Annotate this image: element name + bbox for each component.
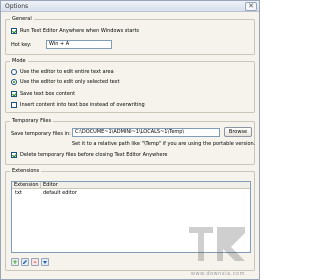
mode-option-entire-label: Use the editor to edit entire text area <box>20 69 114 75</box>
run-on-startup-label: Run Text Editor Anywhere when Windows st… <box>20 28 140 34</box>
temporary-files-hint: Set it to a relative path like "\Temp" i… <box>72 141 256 147</box>
hot-key-field[interactable]: Win + A <box>46 40 112 49</box>
mode-option-selected-label: Use the editor to edit only selected tex… <box>20 79 120 85</box>
run-on-startup-box[interactable] <box>11 28 17 34</box>
add-icon[interactable]: + <box>11 258 19 266</box>
title-bar[interactable]: Options ✕ <box>1 1 259 12</box>
close-button[interactable]: ✕ <box>245 2 257 11</box>
hot-key-label: Hot key: <box>11 42 32 48</box>
save-text-box-checkbox[interactable]: Save text box content <box>11 91 75 97</box>
save-temporary-files-label: Save temporary files in: <box>11 131 71 137</box>
watermark-logo <box>189 227 245 261</box>
insert-content-box[interactable] <box>11 102 17 108</box>
browse-button[interactable]: Browse <box>224 127 252 137</box>
temporary-files-group: Temporary Files Save temporary files in:… <box>5 118 256 165</box>
temporary-files-group-title: Temporary Files <box>10 118 54 125</box>
temporary-files-path-field[interactable]: C:\DOCUME~1\ADMINI~1\LOCALS~1\Temp\ <box>72 128 220 137</box>
mode-option-entire[interactable]: Use the editor to edit entire text area <box>11 69 114 75</box>
table-row[interactable]: txt default editor <box>12 190 250 197</box>
save-text-box-label: Save text box content <box>20 91 76 97</box>
edit-icon[interactable] <box>21 258 29 266</box>
mode-option-selected[interactable]: Use the editor to edit only selected tex… <box>11 79 120 85</box>
insert-content-label: Insert content into text box instead of … <box>20 102 145 108</box>
options-window: Options ✕ General Run Text Editor Anywhe… <box>0 0 260 280</box>
mode-option-selected-radio[interactable] <box>11 79 17 85</box>
watermark-caption: www.downxia.com <box>190 271 245 277</box>
delete-temp-files-box[interactable] <box>11 152 17 158</box>
mode-group-title: Mode <box>10 58 28 65</box>
row-extension-cell: txt <box>15 190 22 196</box>
insert-content-checkbox[interactable]: Insert content into text box instead of … <box>11 102 145 108</box>
mode-option-entire-radio[interactable] <box>11 69 17 75</box>
delete-temp-files-checkbox[interactable]: Delete temporary files before closing Te… <box>11 152 168 158</box>
delete-icon[interactable]: – <box>31 258 39 266</box>
general-group: General Run Text Editor Anywhere when Wi… <box>5 16 255 55</box>
extensions-table-header: Extension Editor <box>12 182 250 189</box>
edit-glyph <box>23 260 27 264</box>
mode-group: Mode Use the editor to edit entire text … <box>5 58 255 113</box>
column-header-editor[interactable]: Editor <box>41 182 252 189</box>
row-editor-cell: default editor <box>43 190 77 196</box>
move-down-icon[interactable] <box>41 258 49 266</box>
run-on-startup-checkbox[interactable]: Run Text Editor Anywhere when Windows st… <box>11 28 139 34</box>
arrow-down-glyph <box>43 261 47 264</box>
delete-temp-files-label: Delete temporary files before closing Te… <box>20 152 168 158</box>
general-group-title: General <box>10 16 34 23</box>
window-title: Options <box>5 3 29 10</box>
extensions-group-title: Extensions <box>10 168 42 175</box>
column-header-extension[interactable]: Extension <box>12 182 41 189</box>
save-text-box-box[interactable] <box>11 91 17 97</box>
